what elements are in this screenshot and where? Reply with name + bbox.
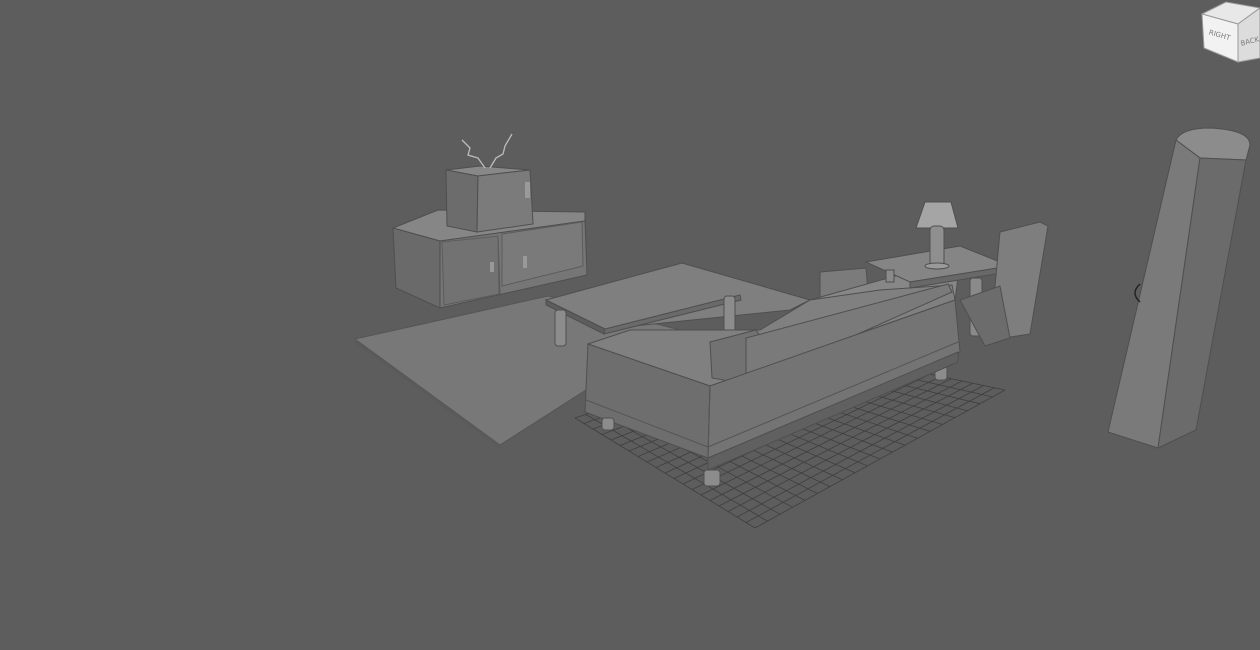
scene-canvas[interactable] — [0, 0, 1260, 650]
tall-cabinet[interactable] — [1107, 127, 1251, 449]
3d-viewport[interactable]: RIGHT BACK — [0, 0, 1260, 650]
cabinet-knob-left — [490, 262, 494, 272]
viewcube-widget[interactable]: RIGHT BACK — [1198, 0, 1260, 66]
tv-antenna — [461, 133, 513, 169]
cabinet-knob-right — [523, 256, 527, 268]
tv[interactable] — [445, 165, 534, 233]
